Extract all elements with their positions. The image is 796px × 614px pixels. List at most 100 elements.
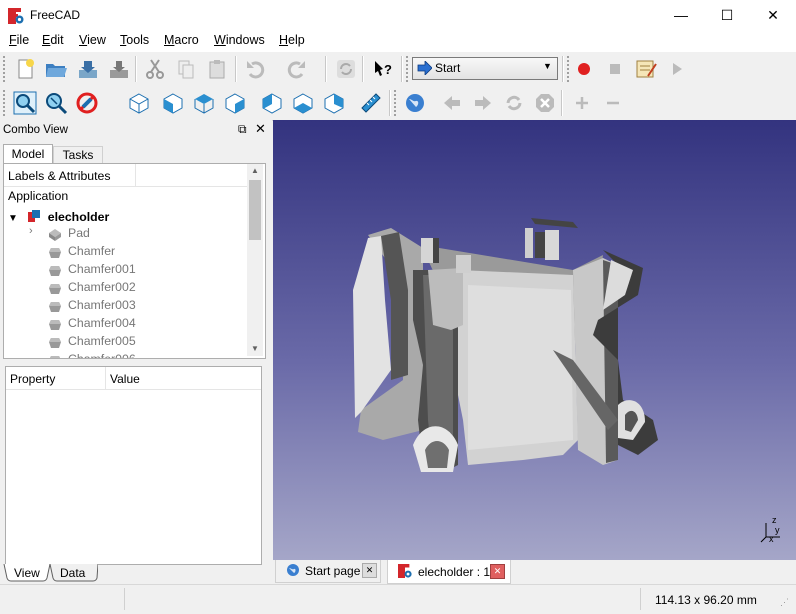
reload-icon[interactable] <box>501 90 527 116</box>
3d-viewport[interactable]: z y x <box>273 120 796 560</box>
fit-all-icon[interactable] <box>12 90 38 116</box>
chamfer-icon <box>49 284 61 294</box>
close-panel-icon[interactable]: ✕ <box>255 121 266 137</box>
refresh-icon[interactable] <box>333 56 359 82</box>
svg-text:?: ? <box>384 62 392 77</box>
chamfer-icon <box>49 248 61 258</box>
right-view-icon[interactable] <box>222 90 248 116</box>
chamfer-icon <box>49 266 61 276</box>
tab-data[interactable]: Data <box>60 566 85 580</box>
left-view-icon[interactable] <box>321 90 347 116</box>
workbench-selected-label: Start <box>435 61 461 75</box>
menu-tools[interactable]: Tools <box>120 33 149 47</box>
edit-macro-icon[interactable] <box>633 56 659 82</box>
tab-model[interactable]: Model <box>3 144 53 164</box>
tab-tasks[interactable]: Tasks <box>53 146 103 164</box>
undock-icon[interactable]: ⧉ <box>238 122 247 137</box>
record-macro-icon[interactable] <box>571 56 597 82</box>
document-icon <box>28 210 41 222</box>
scroll-up-icon[interactable]: ▲ <box>251 166 259 175</box>
property-column-header[interactable]: Property <box>10 372 55 386</box>
menu-macro[interactable]: Macro <box>164 33 199 47</box>
menu-help[interactable]: Help <box>279 33 305 47</box>
workbench-selector[interactable]: Start ▼ <box>412 57 558 80</box>
tab-view[interactable]: View <box>14 566 40 580</box>
cut-icon[interactable] <box>142 56 168 82</box>
elecholder-model[interactable] <box>273 120 796 560</box>
value-column-header[interactable]: Value <box>110 372 140 386</box>
zoom-out-icon[interactable] <box>600 90 626 116</box>
copy-icon[interactable] <box>173 56 199 82</box>
axis-y-label: y <box>775 525 780 535</box>
scroll-down-icon[interactable]: ▼ <box>251 344 259 353</box>
toolbar-separator <box>389 90 391 116</box>
toolbar-separator <box>562 56 564 82</box>
toolbar-separator <box>401 56 403 82</box>
menu-file[interactable]: File <box>9 33 29 47</box>
measure-distance-icon[interactable] <box>358 90 384 116</box>
save-file-icon[interactable] <box>75 56 101 82</box>
zoom-in-icon[interactable] <box>569 90 595 116</box>
top-view-icon[interactable] <box>191 90 217 116</box>
tab-start-page[interactable]: Start page ✕ <box>275 560 381 583</box>
tree-item-label: Chamfer001 <box>68 262 136 276</box>
front-view-icon[interactable] <box>160 90 186 116</box>
new-file-icon[interactable] <box>12 56 38 82</box>
stop-macro-icon[interactable] <box>602 56 628 82</box>
tree-item-application[interactable]: Application <box>8 189 68 207</box>
tab-label: elecholder : 1 <box>418 565 491 579</box>
document-label: elecholder <box>47 210 110 224</box>
axis-x-label: x <box>769 534 774 544</box>
tree-item-label: Chamfer005 <box>68 334 136 348</box>
resize-grip-icon[interactable]: ⋰ <box>780 597 789 608</box>
bottom-view-icon[interactable] <box>290 90 316 116</box>
toolbar-grip[interactable] <box>3 56 9 82</box>
rear-view-icon[interactable] <box>259 90 285 116</box>
toolbar-grip[interactable] <box>394 90 400 116</box>
forward-arrow-icon[interactable] <box>470 90 496 116</box>
tree-scrollbar[interactable]: ▲ ▼ <box>247 164 263 356</box>
undo-icon[interactable] <box>242 56 268 82</box>
tree-item-label: Chamfer002 <box>68 280 136 294</box>
close-tab-icon[interactable]: ✕ <box>362 563 377 578</box>
isometric-view-icon[interactable] <box>126 90 152 116</box>
combo-view-title: Combo View <box>3 124 68 136</box>
tree-item-label: Chamfer003 <box>68 298 136 312</box>
fit-selection-icon[interactable] <box>43 90 69 116</box>
toolbar-grip[interactable] <box>3 90 9 116</box>
tree-item-label: Chamfer <box>68 244 116 258</box>
maximize-button[interactable]: ☐ <box>704 0 750 30</box>
close-window-button[interactable]: ✕ <box>750 0 796 30</box>
toolbar-separator <box>235 56 237 82</box>
collapsed-chevron-icon[interactable]: › <box>29 225 33 237</box>
save-as-icon[interactable] <box>106 56 132 82</box>
open-file-icon[interactable] <box>43 56 69 82</box>
menu-bar: File Edit View Tools Macro Windows Help <box>0 30 796 52</box>
chamfer-icon <box>49 338 61 348</box>
toolbar-separator <box>325 56 327 82</box>
tree-header: Labels & Attributes <box>4 164 249 187</box>
tab-elecholder[interactable]: elecholder : 1 ✕ <box>387 560 511 584</box>
run-macro-icon[interactable] <box>664 56 690 82</box>
status-divider <box>124 588 125 610</box>
chamfer-icon <box>49 320 61 330</box>
back-arrow-icon[interactable] <box>439 90 465 116</box>
chamfer-icon <box>49 302 61 312</box>
menu-view[interactable]: View <box>79 33 106 47</box>
file-toolbar: ▼ ▼ ? <box>0 52 796 125</box>
expanded-chevron-icon[interactable]: ▼ <box>8 213 18 224</box>
close-tab-icon[interactable]: ✕ <box>490 564 505 579</box>
window-title: FreeCAD <box>30 8 81 22</box>
scroll-thumb[interactable] <box>249 180 261 240</box>
stop-loading-icon[interactable] <box>532 90 558 116</box>
draw-style-icon[interactable] <box>74 90 100 116</box>
web-globe-icon[interactable] <box>402 90 428 116</box>
redo-icon[interactable] <box>284 56 310 82</box>
menu-edit[interactable]: Edit <box>42 33 64 47</box>
tree-item-document[interactable]: ▼ elecholder <box>8 207 109 225</box>
whats-this-icon[interactable]: ? <box>370 56 396 82</box>
header-divider <box>135 164 136 186</box>
menu-windows[interactable]: Windows <box>214 33 265 47</box>
paste-icon[interactable] <box>204 56 230 82</box>
minimize-button[interactable]: — <box>658 0 704 30</box>
